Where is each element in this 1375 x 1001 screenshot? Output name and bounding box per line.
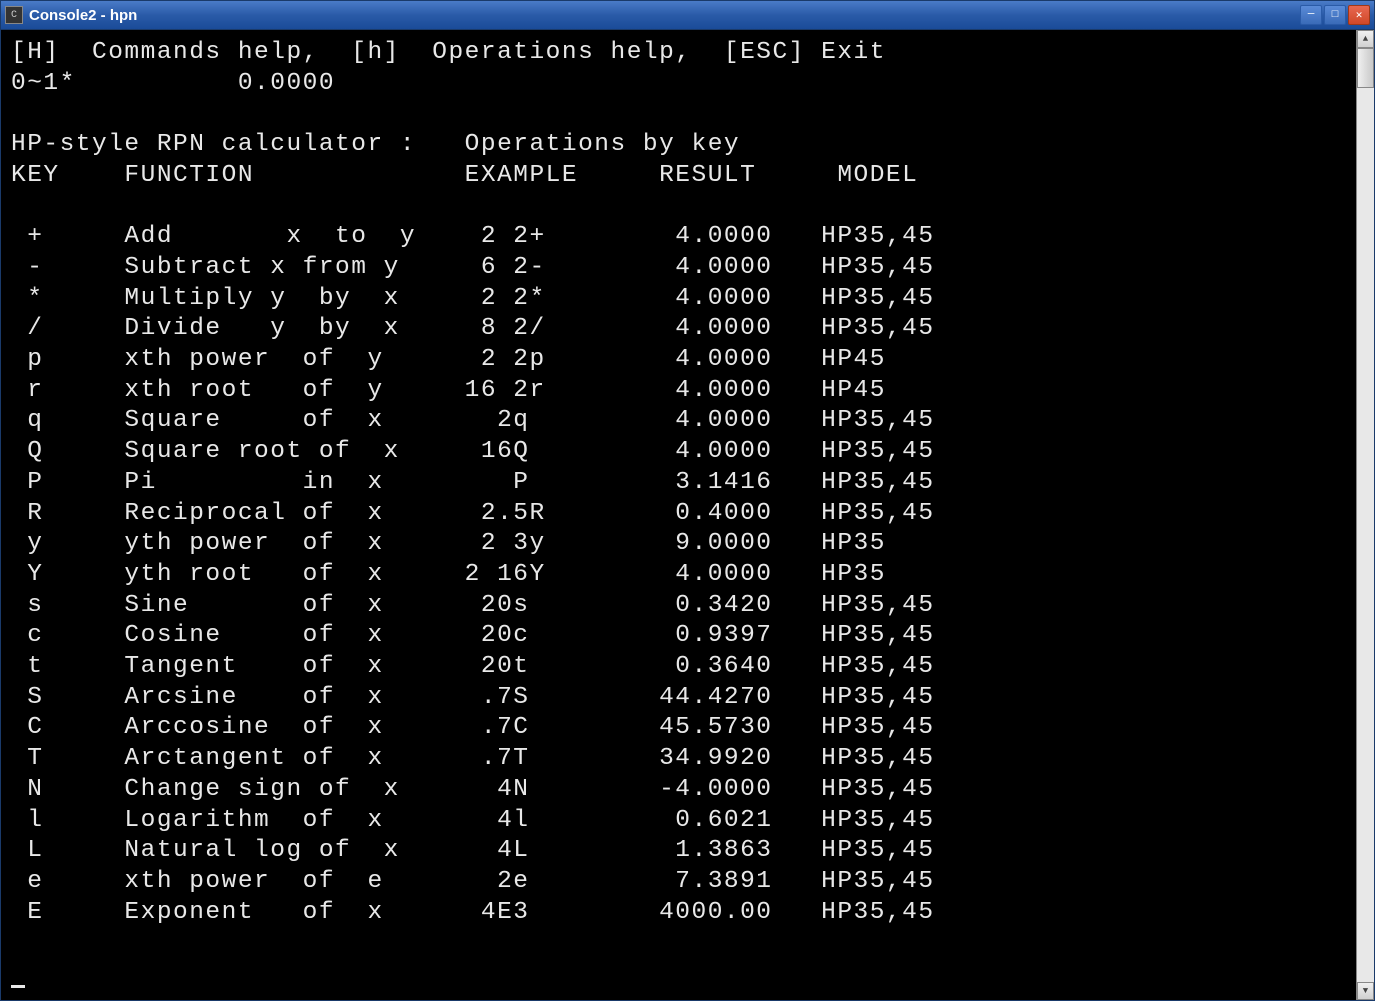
scroll-up-button[interactable]: ▲ <box>1357 30 1374 48</box>
maximize-button[interactable]: □ <box>1324 5 1346 25</box>
cursor <box>11 985 25 988</box>
app-window: C Console2 - hpn ─ □ ✕ [H] Commands help… <box>0 0 1375 1001</box>
window-controls: ─ □ ✕ <box>1300 5 1370 25</box>
titlebar[interactable]: C Console2 - hpn ─ □ ✕ <box>0 0 1375 30</box>
content-area: [H] Commands help, [h] Operations help, … <box>0 30 1375 1001</box>
close-button[interactable]: ✕ <box>1348 5 1370 25</box>
minimize-button[interactable]: ─ <box>1300 5 1322 25</box>
window-title: Console2 - hpn <box>29 7 1300 24</box>
terminal-output[interactable]: [H] Commands help, [h] Operations help, … <box>1 30 1356 1000</box>
scroll-track[interactable] <box>1357 48 1374 982</box>
app-icon: C <box>5 6 23 24</box>
scroll-down-button[interactable]: ▼ <box>1357 982 1374 1000</box>
scroll-thumb[interactable] <box>1357 48 1374 88</box>
vertical-scrollbar[interactable]: ▲ ▼ <box>1356 30 1374 1000</box>
